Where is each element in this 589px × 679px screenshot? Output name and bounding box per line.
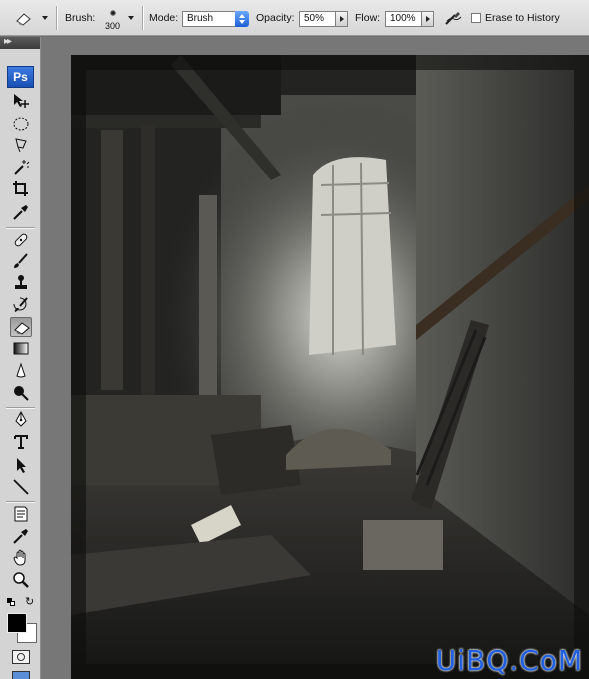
line-tool[interactable] [10, 477, 32, 497]
pen-icon [15, 411, 27, 427]
hand-icon [13, 549, 26, 566]
history-brush-icon [13, 297, 28, 312]
notes-icon [14, 506, 28, 522]
blur-tool[interactable] [10, 361, 32, 381]
zoom-icon [13, 572, 29, 588]
airbrush-button[interactable] [443, 9, 463, 27]
document-canvas[interactable]: UiBQ.CoM [71, 55, 589, 679]
opacity-input[interactable]: 50% [299, 11, 336, 27]
flow-slider-button[interactable] [422, 11, 434, 27]
clone-stamp-tool[interactable] [10, 273, 32, 293]
eyedropper-sample-tool[interactable] [10, 526, 32, 546]
collapse-arrows-icon: ▸▸ [4, 36, 12, 47]
path-selection-tool[interactable] [10, 455, 32, 475]
mode-label: Mode: [149, 12, 179, 24]
brush-tip-preview [110, 10, 116, 16]
blur-icon [16, 362, 26, 378]
zoom-tool[interactable] [10, 570, 32, 590]
erase-history-checkbox[interactable] [471, 13, 481, 23]
notes-tool[interactable] [10, 504, 32, 524]
flow-value: 100% [390, 13, 416, 24]
mode-select-arrow[interactable] [235, 11, 249, 27]
quick-mask-icon [17, 653, 25, 661]
brush-icon [14, 253, 28, 268]
ps-logo[interactable]: Ps [7, 66, 34, 88]
move-icon [14, 94, 29, 108]
hand-tool[interactable] [10, 548, 32, 568]
tool-preset-picker[interactable] [14, 10, 50, 26]
healing-brush-icon [14, 233, 28, 247]
quick-mask-button[interactable] [12, 650, 30, 664]
marquee-icon [13, 117, 29, 131]
brush-label: Brush: [65, 12, 96, 24]
erase-history-label: Erase to History [485, 12, 560, 24]
opacity-slider-button[interactable] [336, 11, 348, 27]
swap-colors-icon[interactable]: ↻ [25, 595, 34, 608]
eraser-icon [14, 322, 30, 335]
path-selection-icon [17, 458, 26, 473]
foreground-color-swatch[interactable] [7, 613, 27, 633]
eyedropper-icon [13, 529, 28, 544]
marquee-tool[interactable] [10, 114, 32, 134]
flow-label: Flow: [355, 12, 381, 24]
opacity-label: Opacity: [256, 12, 295, 24]
airbrush-icon [445, 12, 462, 25]
toolbox: ▸▸ Ps ↻ [0, 36, 41, 679]
line-icon [13, 479, 29, 495]
brush-picker[interactable]: 300 [100, 5, 140, 33]
mode-select[interactable]: Brush [182, 11, 236, 27]
crop-tool[interactable] [10, 179, 32, 199]
document-workspace: UiBQ.CoM [41, 37, 589, 679]
eraser-icon [16, 13, 31, 26]
lasso-tool[interactable] [10, 135, 32, 155]
mode-value: Brush [187, 13, 214, 24]
opacity-value: 50% [304, 13, 325, 24]
history-brush-tool[interactable] [10, 295, 32, 315]
brush-size: 300 [105, 21, 121, 31]
options-bar: Brush: 300 Mode: Brush Opacity: 50% Flow… [0, 0, 589, 36]
dodge-tool[interactable] [10, 383, 32, 403]
magic-wand-icon [14, 160, 30, 175]
default-colors-icon[interactable] [7, 598, 16, 607]
toolbox-header[interactable]: ▸▸ [0, 36, 40, 49]
flow-input[interactable]: 100% [385, 11, 422, 27]
canvas-image [71, 55, 589, 679]
brush-tool[interactable] [10, 251, 32, 271]
pen-tool[interactable] [10, 410, 32, 430]
crop-icon [13, 181, 28, 196]
eraser-tool[interactable] [10, 317, 32, 337]
gradient-tool[interactable] [10, 339, 32, 359]
clone-stamp-icon [15, 275, 27, 289]
screen-mode-button[interactable] [12, 671, 30, 679]
dodge-icon [14, 386, 29, 401]
magic-wand-tool[interactable] [10, 157, 32, 177]
type-tool[interactable] [10, 432, 32, 452]
healing-brush-tool[interactable] [10, 230, 32, 250]
move-tool[interactable] [10, 91, 32, 111]
eyedropper-tool[interactable] [10, 202, 32, 222]
type-icon [14, 435, 28, 449]
watermark: UiBQ.CoM [435, 644, 583, 677]
lasso-icon [15, 138, 27, 153]
gradient-icon [13, 342, 29, 355]
eyedropper-icon [13, 205, 28, 220]
